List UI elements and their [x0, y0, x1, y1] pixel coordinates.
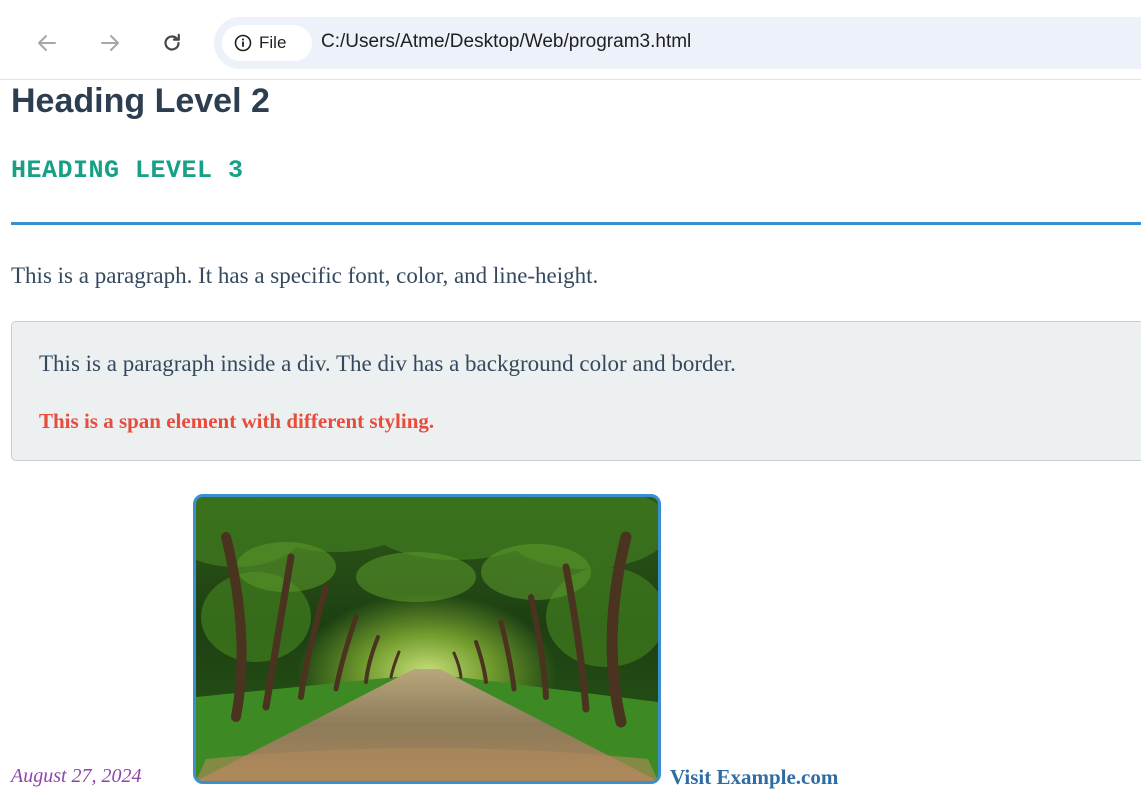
horizontal-rule: [11, 222, 1141, 225]
date-text: August 27, 2024: [11, 765, 142, 787]
div-paragraph: This is a paragraph inside a div. The di…: [39, 351, 736, 376]
heading-level-2: Heading Level 2: [11, 82, 270, 120]
styled-span: This is a span element with different st…: [39, 409, 435, 433]
info-icon: [234, 34, 252, 52]
address-bar[interactable]: File C:/Users/Atme/Desktop/Web/program3.…: [214, 17, 1141, 69]
heading-level-3: HEADING LEVEL 3: [11, 156, 244, 185]
intro-paragraph: This is a paragraph. It has a specific f…: [11, 263, 599, 288]
tree-tunnel-road-image: [193, 494, 661, 784]
visit-example-link[interactable]: Visit Example.com: [670, 765, 838, 790]
site-chip-label: File: [259, 33, 287, 52]
back-button[interactable]: [30, 26, 64, 60]
reload-button[interactable]: [155, 26, 189, 60]
url-text[interactable]: C:/Users/Atme/Desktop/Web/program3.html: [321, 31, 691, 53]
forward-button[interactable]: [93, 26, 127, 60]
reload-icon: [164, 33, 180, 51]
site-info-chip[interactable]: File: [222, 25, 312, 61]
browser-toolbar: File C:/Users/Atme/Desktop/Web/program3.…: [0, 0, 1141, 80]
arrow-right-icon: [101, 35, 119, 51]
arrow-left-icon: [38, 35, 56, 51]
styled-div: This is a paragraph inside a div. The di…: [11, 321, 1141, 461]
